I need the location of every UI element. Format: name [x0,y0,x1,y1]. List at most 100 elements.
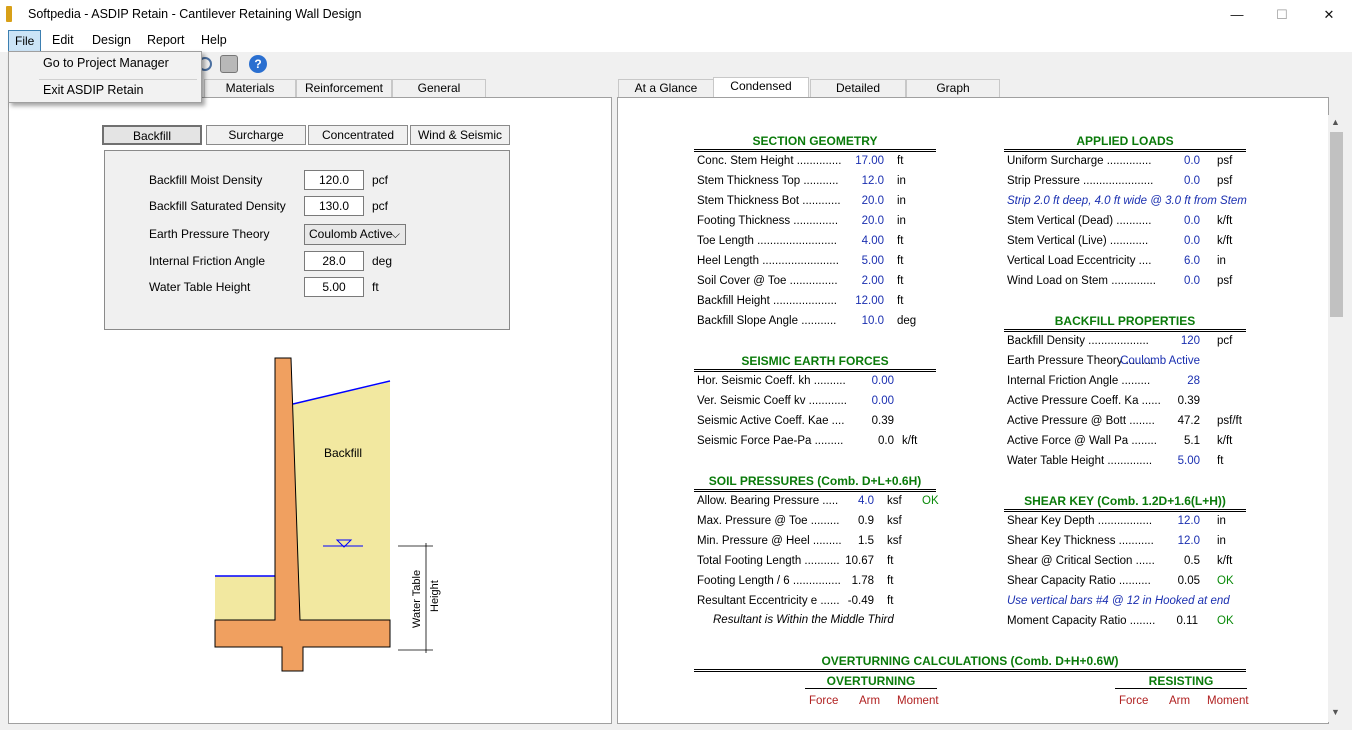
menu-edit[interactable]: Edit [46,32,80,48]
tab-condensed[interactable]: Condensed [713,77,809,98]
row-label: Max. Pressure @ Toe ......... [697,515,840,527]
tab-general[interactable]: General [392,79,486,98]
scroll-up-icon[interactable]: ▲ [1331,117,1340,127]
print-icon[interactable] [220,55,238,73]
app-icon [6,6,12,22]
row-value: 0.0 [1184,215,1200,227]
row-label: Stem Vertical (Dead) ........... [1007,215,1152,227]
title-bar: Softpedia - ASDIP Retain - Cantilever Re… [0,0,1352,30]
row-value: 20.0 [861,215,884,227]
row-label: Heel Length ........................ [697,255,839,267]
tab-materials[interactable]: Materials [204,79,296,98]
vertical-bars-note: Use vertical bars #4 @ 12 in Hooked at e… [1007,595,1230,607]
overturning-header: OVERTURNING [805,674,937,689]
scroll-down-icon[interactable]: ▼ [1331,707,1340,717]
row-label: Ver. Seismic Coeff kv ............ [697,395,847,407]
friction-angle-unit: deg [372,254,393,268]
friction-angle-label: Internal Friction Angle [149,254,266,268]
row-label: Footing Length / 6 ............... [697,575,841,587]
ok-badge: OK [1217,575,1234,587]
sat-density-input[interactable]: 130.0 [304,196,364,216]
moist-density-unit: pcf [372,173,389,187]
middle-third-note: Resultant is Within the Middle Third [713,614,894,626]
maximize-button[interactable]: ☐ [1259,0,1305,30]
earth-pressure-label: Earth Pressure Theory [149,227,270,241]
menu-help[interactable]: Help [195,32,233,48]
row-unit: in [897,215,906,227]
row-value: 120 [1180,335,1200,347]
close-button[interactable]: ✕ [1306,0,1352,30]
minimize-button[interactable]: — [1214,0,1260,30]
backfill-label: Backfill [324,446,362,460]
row-label: Footing Thickness .............. [697,215,839,227]
row-label: Vertical Load Eccentricity .... [1007,255,1152,267]
row-value: 10.0 [861,315,884,327]
row-value: 5.00 [1177,455,1200,467]
row-value: 0.00 [871,395,894,407]
row-unit: psf [1217,175,1233,187]
row-value: 12.0 [1177,535,1200,547]
rs-moment-col: Moment [1207,695,1249,707]
row-unit: deg [897,315,917,327]
row-value: 0.5 [1184,555,1200,567]
menu-design[interactable]: Design [86,32,137,48]
row-value: 2.00 [861,275,884,287]
row-unit: in [1217,515,1226,527]
earth-pressure-select[interactable]: Coulomb Active ⌵ [304,224,406,245]
row-label: Shear Key Depth ................. [1007,515,1153,527]
tab-at-a-glance[interactable]: At a Glance [618,79,714,98]
toe-soil [215,576,275,622]
file-menu-dropdown: Go to Project Manager Exit ASDIP Retain [8,51,202,103]
menu-file[interactable]: File [8,30,42,52]
row-unit: ksf [887,515,902,527]
row-value: 5.1 [1184,435,1200,447]
overturning-title: OVERTURNING CALCULATIONS (Comb. D+H+0.6W… [694,654,1246,672]
row-value: 47.2 [1177,415,1200,427]
menu-separator [39,79,197,80]
shear-key-title: SHEAR KEY (Comb. 1.2D+1.6(L+H)) [1004,494,1246,512]
rs-force-col: Force [1119,695,1149,707]
row-value: 4.0 [858,495,874,507]
row-label: Internal Friction Angle ......... [1007,375,1151,387]
ot-arm-col: Arm [859,695,881,707]
row-value: 12.0 [1177,515,1200,527]
ot-moment-col: Moment [897,695,939,707]
scrollbar-thumb[interactable] [1330,132,1343,317]
row-value: 0.0 [1184,155,1200,167]
row-value: 10.67 [845,555,874,567]
moist-density-input[interactable]: 120.0 [304,170,364,190]
row-unit: ft [897,295,904,307]
row-label: Uniform Surcharge .............. [1007,155,1152,167]
row-label: Strip Pressure ...................... [1007,175,1154,187]
help-icon[interactable]: ? [249,55,267,73]
tab-graph[interactable]: Graph [906,79,1000,98]
go-to-project-manager-item[interactable]: Go to Project Manager [43,56,169,70]
report-panel [617,97,1329,724]
row-value: -0.49 [847,595,874,607]
row-label: Hor. Seismic Coeff. kh .......... [697,375,846,387]
exit-item[interactable]: Exit ASDIP Retain [43,83,144,97]
menu-report[interactable]: Report [141,32,191,48]
backfill-properties-title: BACKFILL PROPERTIES [1004,314,1246,332]
row-unit: pcf [1217,335,1233,347]
row-unit: k/ft [1217,555,1233,567]
tab-detailed[interactable]: Detailed [810,79,906,98]
friction-angle-input[interactable]: 28.0 [304,251,364,271]
soil-pressures-title: SOIL PRESSURES (Comb. D+L+0.6H) [694,474,936,492]
subtab-wind-seismic[interactable]: Wind & Seismic [410,125,510,145]
row-unit: in [1217,255,1226,267]
row-unit: k/ft [1217,435,1233,447]
row-label: Soil Cover @ Toe ............... [697,275,838,287]
water-table-label: Water Table Height [149,280,251,294]
water-table-input[interactable]: 5.00 [304,277,364,297]
moment-ok-badge: OK [1217,615,1234,627]
backfill-soil [293,382,390,622]
row-label: Active Pressure @ Bott ........ [1007,415,1155,427]
row-unit: in [897,195,906,207]
subtab-concentrated[interactable]: Concentrated [308,125,408,145]
subtab-backfill[interactable]: Backfill [102,125,202,145]
row-label: Backfill Density ................... [1007,335,1149,347]
tab-reinforcement[interactable]: Reinforcement [296,79,392,98]
subtab-surcharge[interactable]: Surcharge [206,125,306,145]
row-label: Seismic Active Coeff. Kae .... [697,415,845,427]
